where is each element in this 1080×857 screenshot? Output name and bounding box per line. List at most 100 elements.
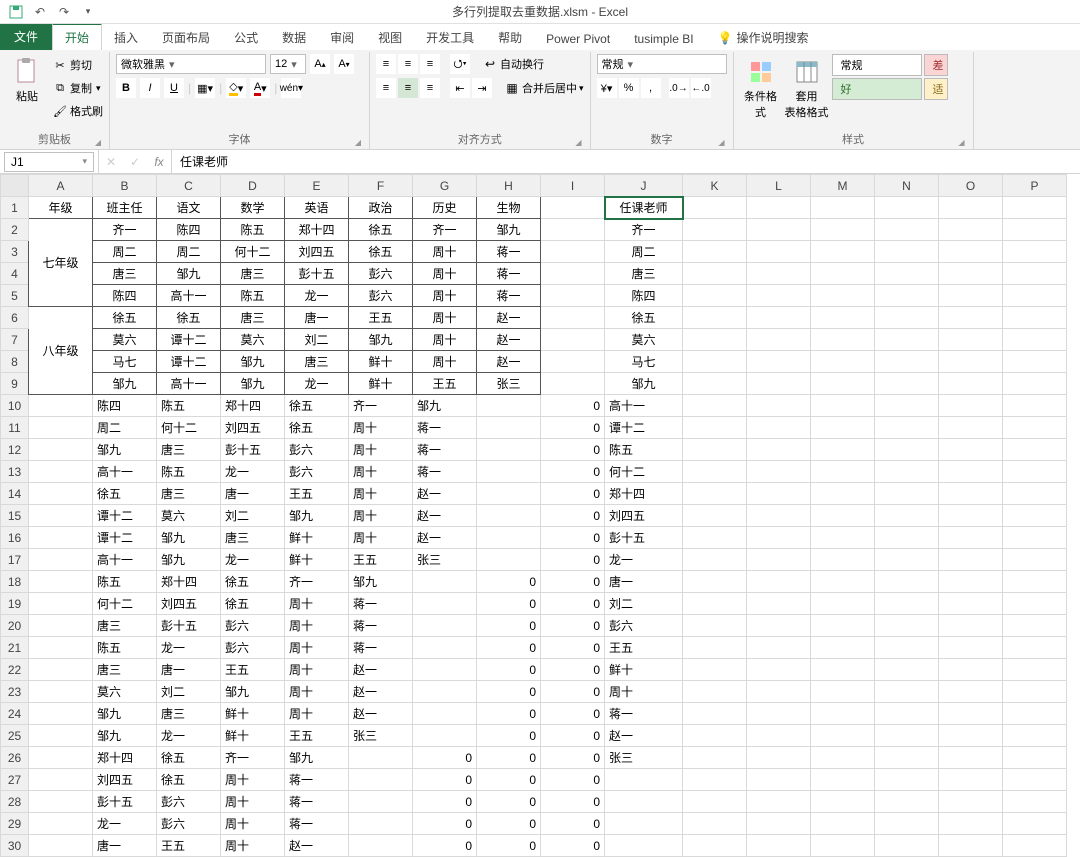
row-header-14[interactable]: 14	[1, 483, 29, 505]
cell-N23[interactable]	[875, 681, 939, 703]
comma-icon[interactable]: ,	[641, 78, 661, 98]
cell-M9[interactable]	[811, 373, 875, 395]
increase-decimal-icon[interactable]: .0→	[669, 78, 689, 98]
cell-G7[interactable]: 周十	[413, 329, 477, 351]
row-header-23[interactable]: 23	[1, 681, 29, 703]
cell-L11[interactable]	[747, 417, 811, 439]
cell-K24[interactable]	[683, 703, 747, 725]
cell-N2[interactable]	[875, 219, 939, 241]
row-header-21[interactable]: 21	[1, 637, 29, 659]
cell-K28[interactable]	[683, 791, 747, 813]
cell-A27[interactable]	[29, 769, 93, 791]
row-header-24[interactable]: 24	[1, 703, 29, 725]
worksheet-grid[interactable]: ABCDEFGHIJKLMNOP1年级班主任语文数学英语政治历史生物任课老师2七…	[0, 174, 1080, 857]
cell-M3[interactable]	[811, 241, 875, 263]
cell-O19[interactable]	[939, 593, 1003, 615]
cell-O21[interactable]	[939, 637, 1003, 659]
cell-N28[interactable]	[875, 791, 939, 813]
decrease-decimal-icon[interactable]: ←.0	[691, 78, 711, 98]
cell-D3[interactable]: 何十二	[221, 241, 285, 263]
style-bad[interactable]: 差	[924, 54, 948, 76]
cell-H17[interactable]	[477, 549, 541, 571]
cell-L22[interactable]	[747, 659, 811, 681]
col-header-B[interactable]: B	[93, 175, 157, 197]
cell-I5[interactable]	[541, 285, 605, 307]
cell-I9[interactable]	[541, 373, 605, 395]
row-header-29[interactable]: 29	[1, 813, 29, 835]
cell-L17[interactable]	[747, 549, 811, 571]
wrap-text-button[interactable]: 自动换行	[500, 56, 544, 72]
cell-P17[interactable]	[1003, 549, 1067, 571]
cell-O4[interactable]	[939, 263, 1003, 285]
cell-L26[interactable]	[747, 747, 811, 769]
cell-M21[interactable]	[811, 637, 875, 659]
col-header-N[interactable]: N	[875, 175, 939, 197]
row-header-18[interactable]: 18	[1, 571, 29, 593]
cell-H9[interactable]: 张三	[477, 373, 541, 395]
cell-D1[interactable]: 数学	[221, 197, 285, 219]
col-header-I[interactable]: I	[541, 175, 605, 197]
cell-D12[interactable]: 彭十五	[221, 439, 285, 461]
cell-E1[interactable]: 英语	[285, 197, 349, 219]
cell-E13[interactable]: 彭六	[285, 461, 349, 483]
font-size-select[interactable]: 12	[270, 54, 306, 74]
cell-M15[interactable]	[811, 505, 875, 527]
cell-P13[interactable]	[1003, 461, 1067, 483]
cell-G6[interactable]: 周十	[413, 307, 477, 329]
cell-N27[interactable]	[875, 769, 939, 791]
cell-D17[interactable]: 龙一	[221, 549, 285, 571]
indent-increase-icon[interactable]: ⇥	[472, 78, 492, 98]
cell-G25[interactable]	[413, 725, 477, 747]
cell-P8[interactable]	[1003, 351, 1067, 373]
cell-C23[interactable]: 刘二	[157, 681, 221, 703]
cell-M28[interactable]	[811, 791, 875, 813]
cell-K18[interactable]	[683, 571, 747, 593]
col-header-L[interactable]: L	[747, 175, 811, 197]
cell-M16[interactable]	[811, 527, 875, 549]
cell-B10[interactable]: 陈四	[93, 395, 157, 417]
cell-A11[interactable]	[29, 417, 93, 439]
cell-I20[interactable]: 0	[541, 615, 605, 637]
cell-N5[interactable]	[875, 285, 939, 307]
cell-O3[interactable]	[939, 241, 1003, 263]
cell-B3[interactable]: 周二	[93, 241, 157, 263]
cell-J5[interactable]: 陈四	[605, 285, 683, 307]
format-as-table-button[interactable]: 套用 表格格式	[786, 54, 828, 120]
style-good[interactable]: 好	[832, 78, 922, 100]
cell-H25[interactable]: 0	[477, 725, 541, 747]
cell-F16[interactable]: 周十	[349, 527, 413, 549]
cell-O9[interactable]	[939, 373, 1003, 395]
cell-G24[interactable]	[413, 703, 477, 725]
cell-B22[interactable]: 唐三	[93, 659, 157, 681]
cell-P10[interactable]	[1003, 395, 1067, 417]
cell-N7[interactable]	[875, 329, 939, 351]
cell-L8[interactable]	[747, 351, 811, 373]
cell-E9[interactable]: 龙一	[285, 373, 349, 395]
cell-M30[interactable]	[811, 835, 875, 857]
cell-G10[interactable]: 邹九	[413, 395, 477, 417]
cell-F29[interactable]	[349, 813, 413, 835]
cell-I10[interactable]: 0	[541, 395, 605, 417]
cell-I25[interactable]: 0	[541, 725, 605, 747]
align-bottom-icon[interactable]: ≡	[420, 54, 440, 74]
cell-E19[interactable]: 周十	[285, 593, 349, 615]
cell-C22[interactable]: 唐一	[157, 659, 221, 681]
cell-B28[interactable]: 彭十五	[93, 791, 157, 813]
cell-I2[interactable]	[541, 219, 605, 241]
save-icon[interactable]	[8, 4, 24, 20]
cell-D30[interactable]: 周十	[221, 835, 285, 857]
cell-L9[interactable]	[747, 373, 811, 395]
cell-E18[interactable]: 齐一	[285, 571, 349, 593]
cell-G3[interactable]: 周十	[413, 241, 477, 263]
cell-P18[interactable]	[1003, 571, 1067, 593]
cell-N12[interactable]	[875, 439, 939, 461]
tab-file[interactable]: 文件	[0, 23, 52, 50]
copy-button[interactable]: ⧉复制▾	[52, 77, 103, 99]
cell-N14[interactable]	[875, 483, 939, 505]
cell-J22[interactable]: 鲜十	[605, 659, 683, 681]
cell-G12[interactable]: 蒋一	[413, 439, 477, 461]
align-center-icon[interactable]: ≡	[398, 78, 418, 98]
cell-E14[interactable]: 王五	[285, 483, 349, 505]
cell-E3[interactable]: 刘四五	[285, 241, 349, 263]
cell-C24[interactable]: 唐三	[157, 703, 221, 725]
